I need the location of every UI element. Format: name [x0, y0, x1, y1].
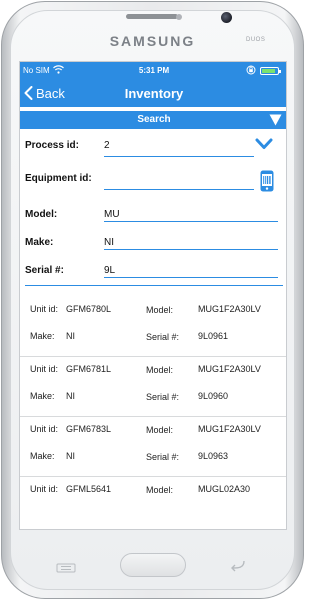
- make-label: Make:: [25, 237, 54, 248]
- serial-value: 9L0963: [198, 451, 229, 461]
- process-id-label: Process id:: [25, 140, 79, 151]
- serial-label: Serial #:: [146, 332, 180, 342]
- make-value: NI: [66, 451, 75, 461]
- serial-label: Serial #:: [25, 265, 64, 276]
- model-row: Model: MU: [20, 203, 286, 227]
- model-label: Model:: [146, 305, 174, 315]
- process-id-row: Process id: 2: [20, 134, 286, 158]
- front-camera: [221, 12, 232, 23]
- back-key[interactable]: [228, 558, 248, 572]
- make-label: Make:: [30, 391, 55, 401]
- make-label: Make:: [30, 451, 55, 461]
- serial-label: Serial #:: [146, 392, 180, 402]
- serial-value: 9L0960: [198, 391, 229, 401]
- model-label: Model:: [146, 365, 174, 375]
- unit-id-value: GFM6781L: [66, 364, 112, 374]
- unit-id-label: Unit id:: [30, 304, 59, 314]
- make-underline: [104, 249, 278, 250]
- menu-icon: [56, 563, 76, 573]
- model-field[interactable]: MU: [104, 209, 120, 220]
- search-toggle-bar[interactable]: Search: [20, 111, 286, 129]
- sub-brand-logo: DUOS: [246, 37, 266, 43]
- form-divider: [25, 285, 283, 286]
- make-field[interactable]: NI: [104, 237, 114, 248]
- make-value: NI: [66, 331, 75, 341]
- model-value: MUGL02A30: [198, 484, 251, 494]
- search-label: Search: [137, 114, 171, 125]
- model-value: MUG1F2A30LV: [198, 364, 261, 374]
- unit-id-label: Unit id:: [30, 484, 59, 494]
- screen: No SIM 5:31 PM Back Inventory Search Pro…: [19, 61, 287, 530]
- equipment-id-underline: [104, 189, 254, 190]
- serial-label: Serial #:: [146, 452, 180, 462]
- list-item[interactable]: Unit id: GFML5641 Model: MUGL02A30: [20, 477, 286, 529]
- home-button[interactable]: [120, 553, 186, 577]
- navigation-bar: Back Inventory: [20, 79, 286, 107]
- equipment-id-row: Equipment id:: [20, 167, 286, 192]
- make-label: Make:: [30, 331, 55, 341]
- make-value: NI: [66, 391, 75, 401]
- triangle-down-icon: [269, 114, 282, 126]
- back-label: Back: [36, 85, 65, 101]
- list-item[interactable]: Unit id: GFM6781L Model: MUG1F2A30LV Mak…: [20, 357, 286, 417]
- back-button[interactable]: Back: [24, 79, 65, 107]
- status-bar: No SIM 5:31 PM: [20, 62, 286, 79]
- model-underline: [104, 221, 278, 222]
- model-value: MUG1F2A30LV: [198, 424, 261, 434]
- process-id-field[interactable]: 2: [104, 140, 110, 151]
- chevron-left-icon: [24, 86, 33, 100]
- model-label: Model:: [146, 425, 174, 435]
- serial-field[interactable]: 9L: [104, 265, 115, 276]
- unit-id-value: GFM6780L: [66, 304, 112, 314]
- chevron-down-icon[interactable]: [255, 138, 273, 150]
- return-arrow-icon: [231, 560, 245, 572]
- battery-icon: [260, 67, 281, 75]
- unit-id-value: GFM6783L: [66, 424, 112, 434]
- model-label: Model:: [146, 485, 174, 495]
- unit-id-label: Unit id:: [30, 364, 59, 374]
- barcode-scanner-icon[interactable]: [260, 170, 274, 192]
- lock-rotation-icon: [246, 65, 256, 77]
- proximity-sensor: [176, 14, 182, 20]
- serial-value: 9L0961: [198, 331, 229, 341]
- serial-row: Serial #: 9L: [20, 259, 286, 283]
- menu-key[interactable]: [56, 560, 76, 573]
- unit-id-label: Unit id:: [30, 424, 59, 434]
- model-value: MUG1F2A30LV: [198, 304, 261, 314]
- unit-id-value: GFML5641: [66, 484, 112, 494]
- process-id-underline: [104, 156, 254, 157]
- list-item[interactable]: Unit id: GFM6780L Model: MUG1F2A30LV Mak…: [20, 297, 286, 357]
- list-item[interactable]: Unit id: GFM6783L Model: MUG1F2A30LV Mak…: [20, 417, 286, 477]
- serial-underline: [104, 277, 278, 278]
- equipment-id-label: Equipment id:: [25, 173, 92, 184]
- make-row: Make: NI: [20, 231, 286, 255]
- model-label: Model:: [25, 209, 58, 220]
- earpiece-speaker: [126, 14, 178, 19]
